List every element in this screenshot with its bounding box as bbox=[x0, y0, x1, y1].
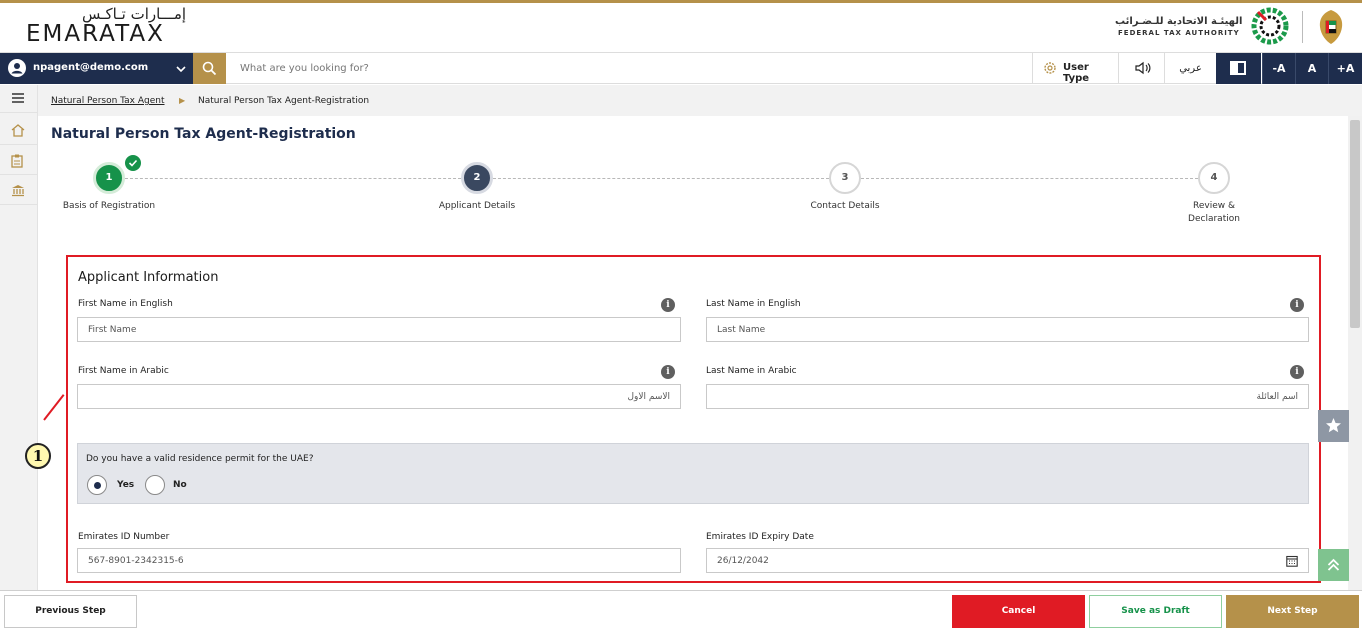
uae-emblem-icon bbox=[1319, 10, 1343, 44]
step-2-label: Applicant Details bbox=[438, 201, 516, 211]
search-button[interactable] bbox=[193, 53, 226, 84]
save-as-draft-button[interactable]: Save as Draft bbox=[1089, 595, 1222, 628]
double-chevron-up-icon bbox=[1327, 558, 1340, 571]
step-4-circle[interactable]: 4 bbox=[1198, 162, 1230, 194]
language-arabic-button[interactable]: عربي bbox=[1164, 53, 1216, 84]
search-icon bbox=[202, 61, 217, 76]
first-name-arabic-input[interactable] bbox=[77, 384, 681, 409]
font-decrease-button[interactable]: -A bbox=[1262, 53, 1295, 84]
footer-actions: Previous Step Cancel Save as Draft Next … bbox=[0, 590, 1362, 632]
residence-no-label[interactable]: No bbox=[173, 480, 187, 490]
header: إمـــارات تـاكـس EMARATAX الهيئـة الاتحا… bbox=[0, 3, 1362, 52]
breadcrumb-link-parent[interactable]: Natural Person Tax Agent bbox=[51, 96, 165, 106]
emirates-id-expiry-label: Emirates ID Expiry Date bbox=[706, 532, 814, 542]
callout-line bbox=[43, 394, 65, 421]
last-name-arabic-input[interactable] bbox=[706, 384, 1309, 409]
info-icon[interactable]: i bbox=[1290, 298, 1304, 312]
user-type-label: User Type bbox=[1063, 62, 1090, 84]
clipboard-icon bbox=[11, 154, 23, 168]
step-3-label: Contact Details bbox=[810, 201, 880, 211]
scrollbar-thumb[interactable] bbox=[1350, 120, 1360, 328]
emaratax-logo: EMARATAX bbox=[26, 21, 165, 47]
step-connector bbox=[861, 178, 1198, 179]
emirates-id-expiry-input[interactable] bbox=[706, 548, 1309, 573]
contrast-icon bbox=[1230, 61, 1246, 75]
first-name-english-input[interactable] bbox=[77, 317, 681, 342]
breadcrumb-current: Natural Person Tax Agent-Registration bbox=[198, 96, 370, 106]
last-name-arabic-label: Last Name in Arabic bbox=[706, 366, 797, 376]
menu-toggle-button[interactable] bbox=[0, 85, 37, 113]
contrast-toggle-button[interactable] bbox=[1216, 53, 1261, 84]
scroll-to-top-button[interactable] bbox=[1318, 549, 1349, 581]
step-connector bbox=[493, 178, 829, 179]
calendar-icon[interactable] bbox=[1286, 555, 1298, 567]
emirates-id-input[interactable] bbox=[77, 548, 681, 573]
fta-logo-icon bbox=[1251, 7, 1289, 45]
favorite-button[interactable] bbox=[1318, 410, 1349, 442]
residence-permit-question: Do you have a valid residence permit for… bbox=[86, 454, 314, 464]
font-normal-button[interactable]: A bbox=[1295, 53, 1328, 84]
info-icon[interactable]: i bbox=[1290, 365, 1304, 379]
fta-name-arabic: الهيئـة الاتحادية للـضـرائب bbox=[1115, 16, 1243, 27]
next-step-button[interactable]: Next Step bbox=[1226, 595, 1359, 628]
sidebar-item-tasks[interactable] bbox=[0, 147, 37, 175]
first-name-english-label: First Name in English bbox=[78, 299, 173, 309]
user-email: npagent@demo.com bbox=[33, 62, 149, 73]
step-1-label: Basis of Registration bbox=[62, 201, 156, 211]
highlight-frame bbox=[66, 255, 1321, 583]
hamburger-icon bbox=[12, 93, 24, 103]
left-sidebar bbox=[0, 85, 38, 590]
info-icon[interactable]: i bbox=[661, 298, 675, 312]
callout-badge: 1 bbox=[25, 443, 51, 469]
step-2-circle[interactable]: 2 bbox=[461, 162, 493, 194]
header-divider bbox=[1302, 11, 1303, 43]
gear-icon bbox=[1044, 62, 1056, 74]
user-menu[interactable]: npagent@demo.com bbox=[0, 53, 193, 84]
breadcrumb-arrow-icon: ▶ bbox=[179, 96, 186, 105]
step-connector bbox=[125, 178, 461, 179]
residence-yes-radio[interactable] bbox=[87, 475, 107, 495]
emirates-id-label: Emirates ID Number bbox=[78, 532, 170, 542]
step-4-label: Review & Declaration bbox=[1188, 201, 1240, 224]
text-to-speech-button[interactable] bbox=[1118, 53, 1164, 84]
first-name-arabic-label: First Name in Arabic bbox=[78, 366, 169, 376]
fta-name-english: FEDERAL TAX AUTHORITY bbox=[1118, 29, 1240, 37]
search-input[interactable] bbox=[226, 53, 1026, 84]
bank-icon bbox=[12, 185, 24, 197]
section-title: Applicant Information bbox=[78, 270, 219, 285]
user-avatar-icon bbox=[8, 59, 26, 77]
step-1-circle[interactable]: 1 bbox=[93, 162, 125, 194]
home-icon bbox=[11, 124, 25, 137]
chevron-down-icon bbox=[176, 66, 186, 73]
residence-no-radio[interactable] bbox=[145, 475, 165, 495]
last-name-english-label: Last Name in English bbox=[706, 299, 801, 309]
sidebar-item-institution[interactable] bbox=[0, 177, 37, 205]
star-icon bbox=[1326, 418, 1341, 433]
step-3-circle[interactable]: 3 bbox=[829, 162, 861, 194]
residence-permit-panel: Do you have a valid residence permit for… bbox=[77, 443, 1309, 504]
speaker-icon bbox=[1135, 61, 1151, 75]
previous-step-button[interactable]: Previous Step bbox=[4, 595, 137, 628]
residence-yes-label[interactable]: Yes bbox=[117, 480, 134, 490]
user-type-button[interactable]: User Type bbox=[1032, 53, 1118, 84]
sidebar-item-home[interactable] bbox=[0, 117, 37, 145]
last-name-english-input[interactable] bbox=[706, 317, 1309, 342]
step-completed-check-icon bbox=[125, 155, 141, 171]
info-icon[interactable]: i bbox=[661, 365, 675, 379]
top-toolbar: npagent@demo.com User Type عربي -A A +A bbox=[0, 52, 1362, 84]
page-title: Natural Person Tax Agent-Registration bbox=[51, 126, 356, 142]
font-increase-button[interactable]: +A bbox=[1328, 53, 1362, 84]
breadcrumb: Natural Person Tax Agent ▶ Natural Perso… bbox=[38, 85, 1362, 116]
cancel-button[interactable]: Cancel bbox=[952, 595, 1085, 628]
